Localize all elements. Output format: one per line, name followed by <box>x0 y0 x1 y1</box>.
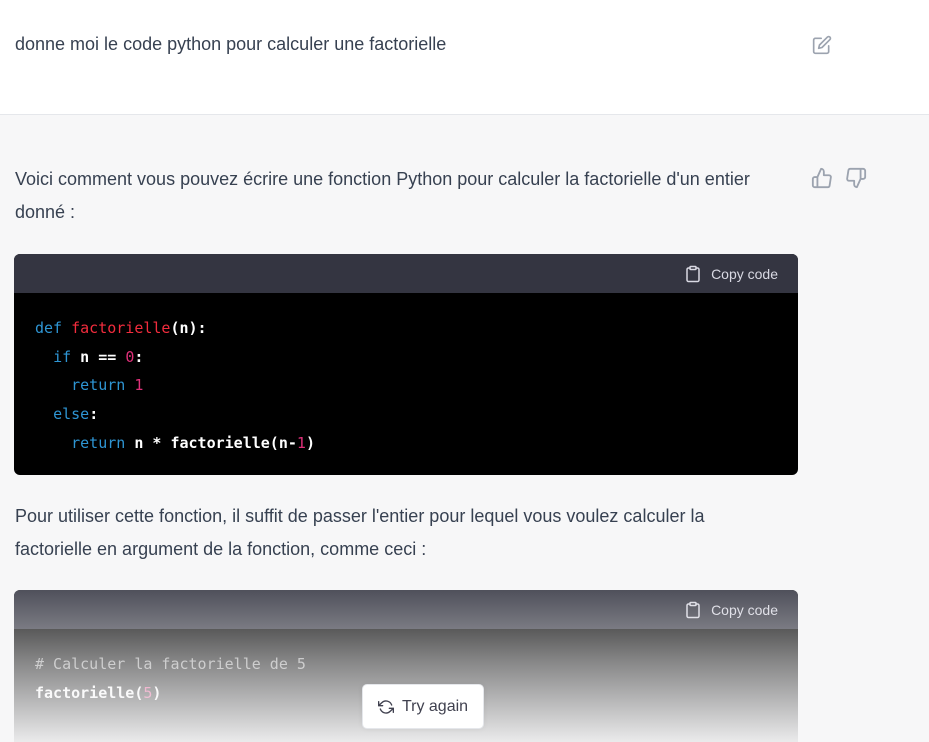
code-block-header: Copy code <box>14 254 798 293</box>
copy-code-label: Copy code <box>711 265 778 282</box>
thumbs-down-icon[interactable] <box>845 167 867 189</box>
refresh-icon <box>377 699 394 714</box>
code-block-function: Copy code def factorielle(n): if n == 0:… <box>14 254 798 475</box>
code-block-header: Copy code <box>14 590 798 629</box>
try-again-button[interactable]: Try again <box>362 684 484 729</box>
copy-code-label: Copy code <box>711 601 778 618</box>
code-content: def factorielle(n): if n == 0: return 1 … <box>35 319 315 452</box>
try-again-label: Try again <box>401 697 469 715</box>
thumbs-up-icon[interactable] <box>811 167 833 189</box>
clipboard-icon <box>686 265 700 282</box>
copy-code-button[interactable]: Copy code <box>684 601 778 619</box>
user-message-row: donne moi le code python pour calculer u… <box>0 0 929 115</box>
edit-icon[interactable] <box>812 35 832 55</box>
user-message-text: donne moi le code python pour calculer u… <box>15 34 447 54</box>
assistant-paragraph-usage: Pour utiliser cette fonction, il suffit … <box>15 506 705 559</box>
assistant-message-row: Voici comment vous pouvez écrire une fon… <box>0 115 929 742</box>
assistant-paragraph-intro: Voici comment vous pouvez écrire une fon… <box>15 169 750 222</box>
copy-code-button[interactable]: Copy code <box>684 265 778 283</box>
clipboard-icon <box>686 601 700 618</box>
